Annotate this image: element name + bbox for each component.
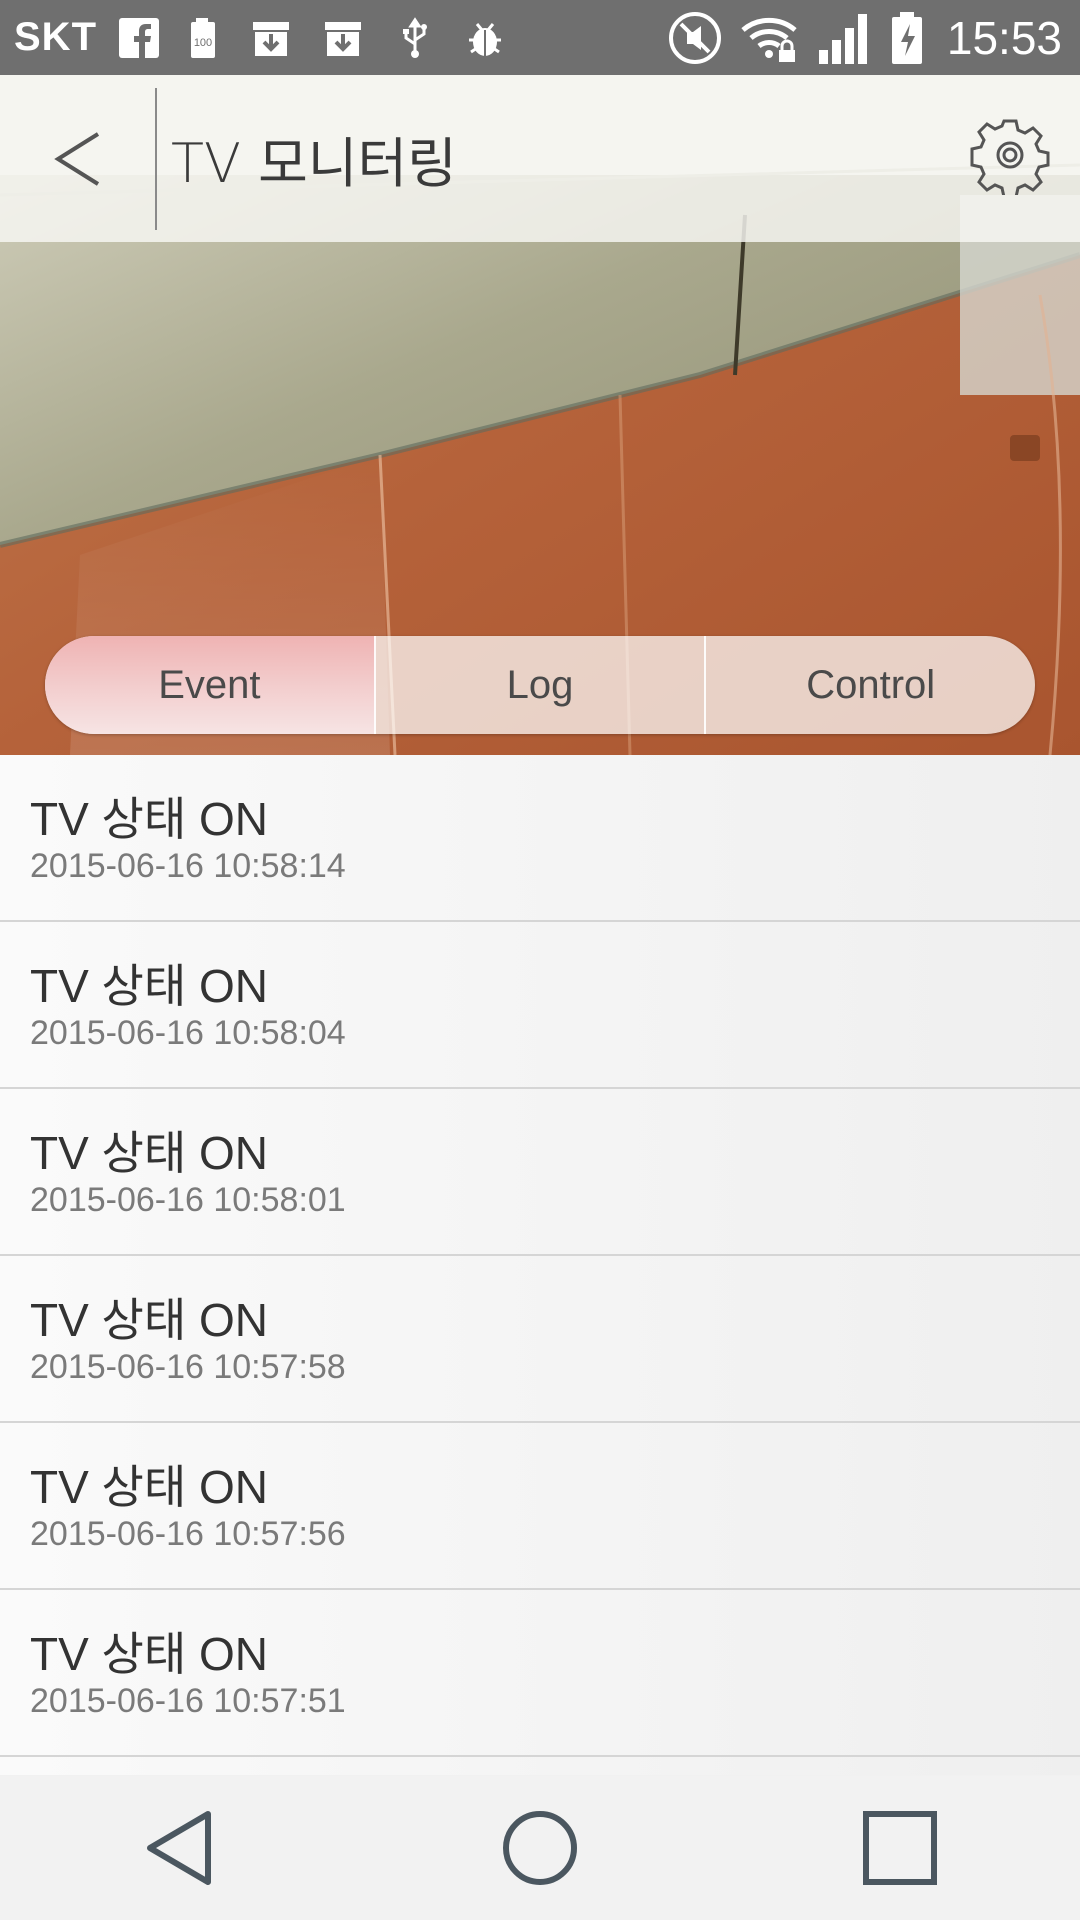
wifi-locked-icon <box>739 10 801 66</box>
nav-recents-button[interactable] <box>840 1788 960 1908</box>
event-time: 2015-06-16 10:58:14 <box>30 847 346 885</box>
tab-control[interactable]: Control <box>706 636 1035 734</box>
event-title: TV 상태 ON <box>30 793 268 845</box>
event-time: 2015-06-16 10:58:04 <box>30 1014 346 1052</box>
list-item[interactable]: TV 상태 ON 2015-06-16 10:57:51 <box>0 1590 1080 1757</box>
triangle-back-icon <box>147 1811 211 1885</box>
clock: 15:53 <box>946 11 1062 64</box>
usb-icon <box>393 16 437 60</box>
event-title: TV 상태 ON <box>30 1461 268 1513</box>
tab-bar: Event Log Control <box>45 636 1035 734</box>
gear-icon <box>970 119 1050 199</box>
navigation-bar <box>0 1776 1080 1920</box>
event-time: 2015-06-16 10:58:01 <box>30 1181 346 1219</box>
facebook-icon <box>117 16 161 60</box>
square-recents-icon <box>863 1811 937 1885</box>
list-item[interactable]: TV 상태 ON 2015-06-16 10:58:04 <box>0 922 1080 1089</box>
battery-charging-icon <box>889 10 925 66</box>
mute-icon <box>667 10 723 66</box>
list-item[interactable]: TV 상태 ON 2015-06-16 10:57:56 <box>0 1423 1080 1590</box>
battery-100-label: 100 <box>194 37 212 49</box>
event-title: TV 상태 ON <box>30 1628 268 1680</box>
tab-log[interactable]: Log <box>376 636 707 734</box>
battery-100-icon: 100 <box>183 16 227 60</box>
page-title: TV 모니터링 <box>171 132 457 195</box>
header-divider <box>155 87 157 230</box>
event-time: 2015-06-16 10:57:51 <box>30 1682 346 1720</box>
status-bar: SKT 100 15:53 <box>0 0 1080 75</box>
signal-icon <box>817 10 873 66</box>
app-header: TV 모니터링 <box>0 75 1080 242</box>
event-title: TV 상태 ON <box>30 1127 268 1179</box>
download-box-icon <box>249 16 293 60</box>
circle-home-icon <box>503 1811 577 1885</box>
back-arrow-icon <box>53 131 99 186</box>
settings-button[interactable] <box>970 115 1050 199</box>
event-title: TV 상태 ON <box>30 960 268 1012</box>
list-item[interactable]: TV 상태 ON 2015-06-16 10:58:01 <box>0 1089 1080 1256</box>
download-box-icon <box>321 16 365 60</box>
nav-home-button[interactable] <box>480 1788 600 1908</box>
event-time: 2015-06-16 10:57:58 <box>30 1348 346 1386</box>
list-item[interactable]: TV 상태 ON 2015-06-16 10:58:14 <box>0 755 1080 922</box>
debug-icon <box>463 16 507 60</box>
carrier-label: SKT <box>14 15 97 59</box>
event-list: TV 상태 ON 2015-06-16 10:58:14 TV 상태 ON 20… <box>0 755 1080 1775</box>
nav-back-button[interactable] <box>120 1788 240 1908</box>
event-time: 2015-06-16 10:57:56 <box>30 1515 346 1553</box>
event-title: TV 상태 ON <box>30 1294 268 1346</box>
tab-event[interactable]: Event <box>45 636 376 734</box>
list-item[interactable]: TV 상태 ON 2015-06-16 10:57:58 <box>0 1256 1080 1423</box>
back-button[interactable] <box>0 75 155 242</box>
